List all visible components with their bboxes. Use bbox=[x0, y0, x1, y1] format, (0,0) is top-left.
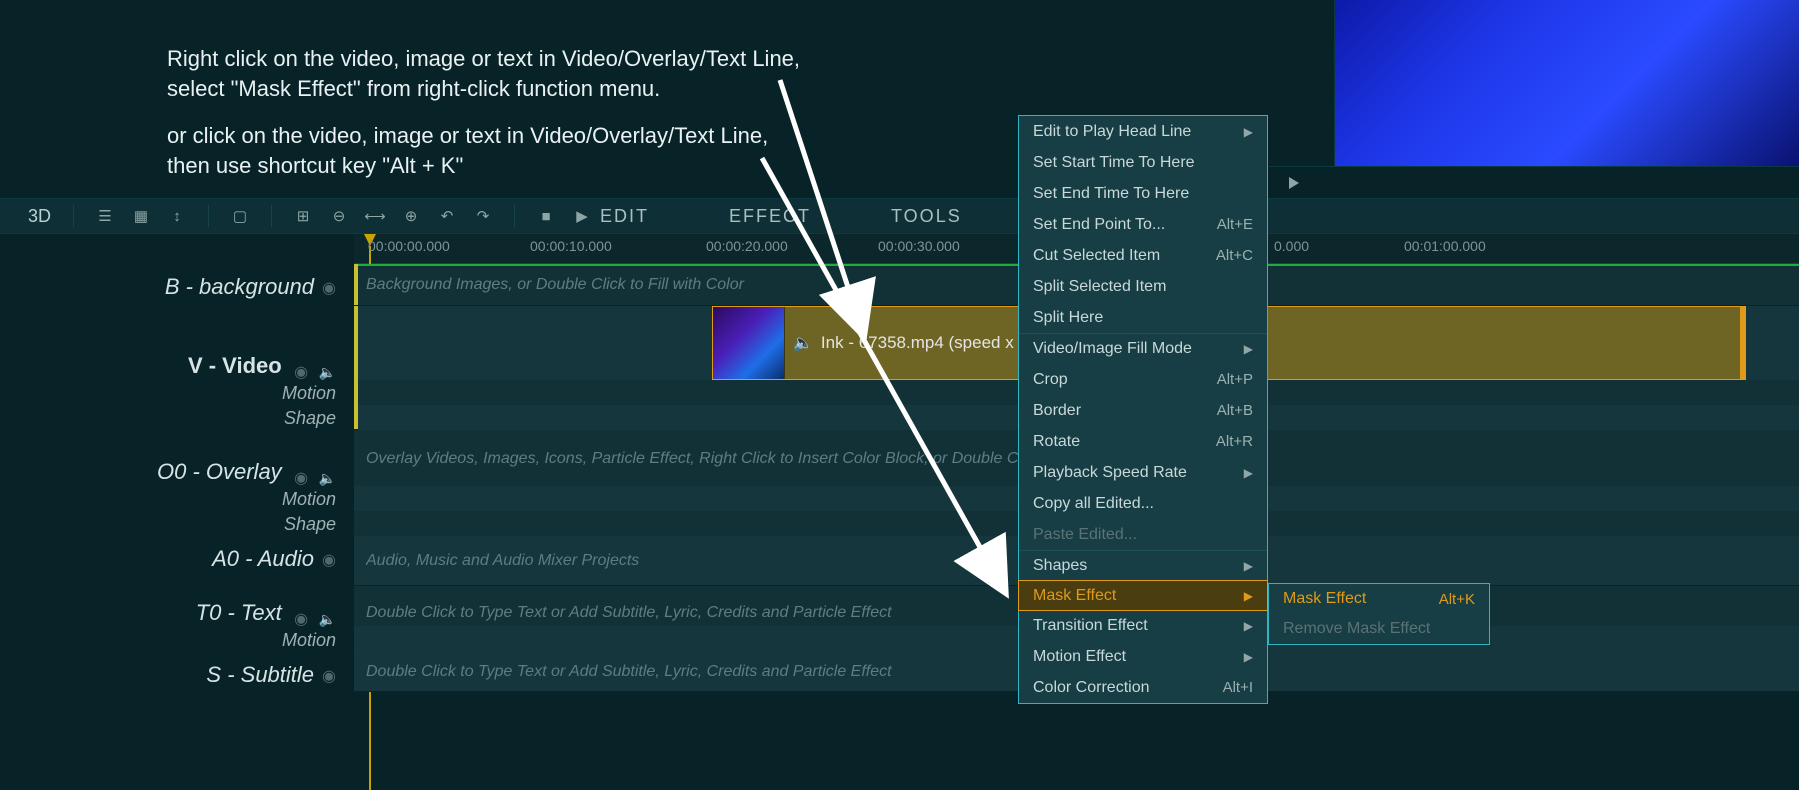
menu-item-shapes[interactable]: Shapes▶ bbox=[1019, 550, 1267, 581]
zoom-out-icon[interactable]: ⊖ bbox=[330, 207, 348, 225]
tab-tools[interactable]: TOOLS bbox=[891, 206, 962, 227]
track-label-audio: A0 - Audio bbox=[212, 546, 314, 572]
instruction-line3: or click on the video, image or text in … bbox=[167, 123, 768, 148]
speaker-icon[interactable]: 🔈 bbox=[319, 364, 336, 380]
timeline-toolbar: 3D ☰ ▦ ↕ ▢ ⊞ ⊖ ⟷ ⊕ ↶ ↷ ■ ▶ EDIT EFFECT T… bbox=[0, 198, 1799, 234]
tab-effect[interactable]: EFFECT bbox=[729, 206, 811, 227]
menu-item-color-correction[interactable]: Color CorrectionAlt+I bbox=[1019, 672, 1267, 703]
track-sub-motion: Motion bbox=[282, 383, 336, 404]
track-label-video: V - Video bbox=[188, 353, 282, 378]
preview-controls bbox=[1269, 166, 1799, 198]
menu-item-set-start-time-to-here[interactable]: Set Start Time To Here bbox=[1019, 147, 1267, 178]
fit-icon[interactable]: ⟷ bbox=[366, 207, 384, 225]
submenu-item-mask-effect[interactable]: Mask EffectAlt+K bbox=[1269, 584, 1489, 614]
track-label-subtitle: S - Subtitle bbox=[206, 662, 314, 688]
track-text[interactable]: T0 - Text ◉ 🔈 Motion Double Click to Typ… bbox=[0, 586, 1799, 652]
instruction-text: Right click on the video, image or text … bbox=[167, 44, 867, 199]
menu-item-paste-edited-: Paste Edited... bbox=[1019, 519, 1267, 550]
menu-item-mask-effect[interactable]: Mask Effect▶ bbox=[1018, 580, 1268, 611]
tab-edit[interactable]: EDIT bbox=[600, 206, 649, 227]
grid-icon[interactable]: ▦ bbox=[132, 207, 150, 225]
ruler-tick: 00:00:10.000 bbox=[530, 238, 612, 254]
menu-item-set-end-time-to-here[interactable]: Set End Time To Here bbox=[1019, 178, 1267, 209]
separator bbox=[208, 205, 209, 227]
undo-icon[interactable]: ↶ bbox=[438, 207, 456, 225]
chevron-right-icon: ▶ bbox=[1244, 125, 1253, 139]
track-label-background: B - background bbox=[165, 274, 314, 300]
snap-icon[interactable]: ⊞ bbox=[294, 207, 312, 225]
speaker-icon: 🔈 bbox=[793, 333, 813, 353]
clip-thumbnail bbox=[713, 307, 785, 379]
menu-item-transition-effect[interactable]: Transition Effect▶ bbox=[1019, 610, 1267, 641]
chevron-right-icon: ▶ bbox=[1244, 559, 1253, 573]
speaker-icon[interactable]: 🔈 bbox=[319, 611, 336, 627]
track-background[interactable]: B - background ◉ Background Images, or D… bbox=[0, 264, 1799, 306]
menu-item-edit-to-play-head-line[interactable]: Edit to Play Head Line▶ bbox=[1019, 116, 1267, 147]
menu-item-border[interactable]: BorderAlt+B bbox=[1019, 395, 1267, 426]
expand-vert-icon[interactable]: ↕ bbox=[168, 207, 186, 225]
timeline-tracks: B - background ◉ Background Images, or D… bbox=[0, 264, 1799, 790]
chevron-right-icon: ▶ bbox=[1244, 342, 1253, 356]
eye-icon[interactable]: ◉ bbox=[294, 364, 308, 381]
eye-icon[interactable]: ◉ bbox=[322, 550, 336, 570]
instruction-line2: select "Mask Effect" from right-click fu… bbox=[167, 76, 660, 101]
chevron-right-icon: ▶ bbox=[1244, 589, 1253, 603]
speaker-icon[interactable]: 🔈 bbox=[319, 470, 336, 486]
track-sub-motion: Motion bbox=[282, 630, 336, 651]
separator bbox=[514, 205, 515, 227]
eye-icon[interactable]: ◉ bbox=[322, 278, 336, 298]
track-label-overlay: O0 - Overlay bbox=[157, 459, 282, 484]
menu-item-split-here[interactable]: Split Here bbox=[1019, 302, 1267, 333]
play-icon[interactable]: ▶ bbox=[573, 207, 591, 225]
chevron-right-icon: ▶ bbox=[1244, 650, 1253, 664]
frame-icon[interactable]: ▢ bbox=[231, 207, 249, 225]
ruler-tick: 00:00:00.000 bbox=[368, 238, 450, 254]
3d-button[interactable]: 3D bbox=[28, 206, 51, 227]
track-sub-shape: Shape bbox=[284, 408, 336, 429]
track-overlay[interactable]: O0 - Overlay ◉ 🔈 Motion Shape Overlay Vi… bbox=[0, 430, 1799, 536]
video-preview bbox=[1334, 0, 1799, 166]
submenu-mask-effect[interactable]: Mask EffectAlt+KRemove Mask Effect bbox=[1268, 583, 1490, 645]
menu-item-playback-speed-rate[interactable]: Playback Speed Rate▶ bbox=[1019, 457, 1267, 488]
eye-icon[interactable]: ◉ bbox=[294, 611, 308, 628]
ruler-tick: 00:00:20.000 bbox=[706, 238, 788, 254]
menu-item-copy-all-edited-[interactable]: Copy all Edited... bbox=[1019, 488, 1267, 519]
zoom-in-icon[interactable]: ⊕ bbox=[402, 207, 420, 225]
menu-item-split-selected-item[interactable]: Split Selected Item bbox=[1019, 271, 1267, 302]
track-sub-shape: Shape bbox=[284, 514, 336, 535]
menu-item-crop[interactable]: CropAlt+P bbox=[1019, 364, 1267, 395]
redo-icon[interactable]: ↷ bbox=[474, 207, 492, 225]
track-video[interactable]: V - Video ◉ 🔈 Motion Shape 🔈 Ink - 67358… bbox=[0, 306, 1799, 430]
track-subtitle[interactable]: S - Subtitle ◉ Double Click to Type Text… bbox=[0, 652, 1799, 692]
ruler-tick: 00:00:30.000 bbox=[878, 238, 960, 254]
menu-item-rotate[interactable]: RotateAlt+R bbox=[1019, 426, 1267, 457]
ruler-tick: 0.000 bbox=[1274, 238, 1309, 254]
menu-item-motion-effect[interactable]: Motion Effect▶ bbox=[1019, 641, 1267, 672]
preview-play-icon[interactable] bbox=[1289, 177, 1299, 189]
context-menu[interactable]: Edit to Play Head Line▶Set Start Time To… bbox=[1018, 115, 1268, 704]
align-left-icon[interactable]: ☰ bbox=[96, 207, 114, 225]
stop-icon[interactable]: ■ bbox=[537, 207, 555, 225]
chevron-right-icon: ▶ bbox=[1244, 619, 1253, 633]
menu-item-video-image-fill-mode[interactable]: Video/Image Fill Mode▶ bbox=[1019, 333, 1267, 364]
track-audio[interactable]: A0 - Audio ◉ Audio, Music and Audio Mixe… bbox=[0, 536, 1799, 586]
eye-icon[interactable]: ◉ bbox=[322, 666, 336, 686]
track-label-text: T0 - Text bbox=[196, 600, 282, 625]
ruler-tick: 00:01:00.000 bbox=[1404, 238, 1486, 254]
separator bbox=[73, 205, 74, 227]
instruction-line1: Right click on the video, image or text … bbox=[167, 46, 800, 71]
track-sub-motion: Motion bbox=[282, 489, 336, 510]
submenu-item-remove-mask-effect: Remove Mask Effect bbox=[1269, 614, 1489, 644]
menu-item-cut-selected-item[interactable]: Cut Selected ItemAlt+C bbox=[1019, 240, 1267, 271]
chevron-right-icon: ▶ bbox=[1244, 466, 1253, 480]
instruction-line4: then use shortcut key "Alt + K" bbox=[167, 153, 463, 178]
menu-item-set-end-point-to-[interactable]: Set End Point To...Alt+E bbox=[1019, 209, 1267, 240]
clip-resize-handle[interactable] bbox=[1740, 307, 1746, 379]
eye-icon[interactable]: ◉ bbox=[294, 470, 308, 487]
separator bbox=[271, 205, 272, 227]
